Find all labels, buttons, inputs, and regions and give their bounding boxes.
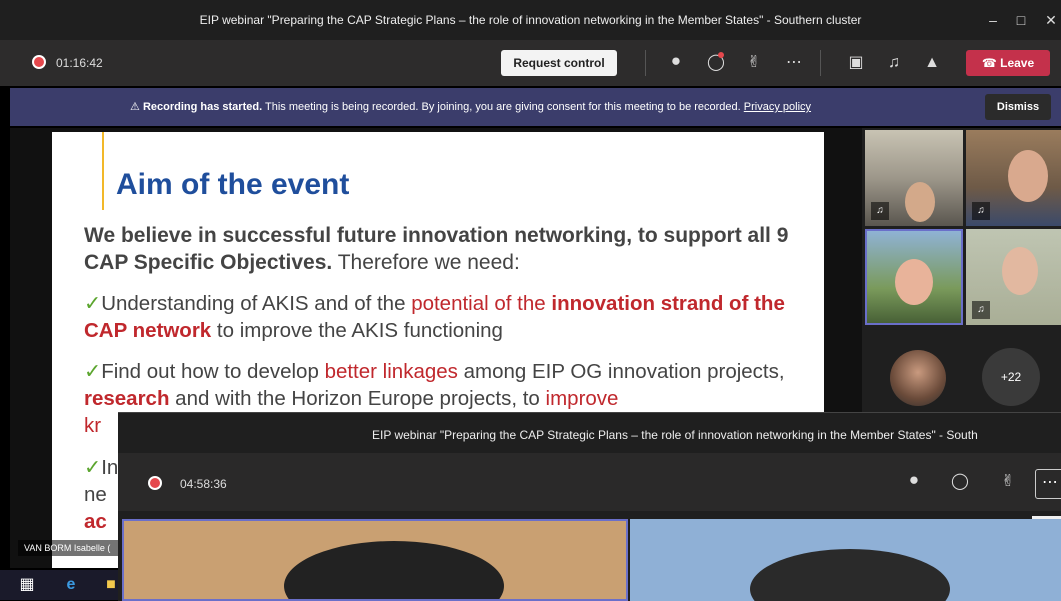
record-icon <box>148 476 162 490</box>
check-icon: ✓ <box>84 456 102 479</box>
os-taskbar: ▦ e ■ <box>0 570 120 600</box>
camera-off-icon[interactable]: ▣ <box>844 52 868 74</box>
slide-title: Aim of the event <box>116 168 350 201</box>
warning-icon: ⚠ <box>130 101 140 113</box>
mic-off-icon: ♫ <box>871 202 889 220</box>
people-icon[interactable]: ⚫︎ <box>664 52 688 74</box>
slide-intro: We believe in successful future innovati… <box>84 224 789 274</box>
share-icon[interactable]: ▲ <box>920 52 944 74</box>
reactions-icon[interactable]: ✌ <box>996 471 1020 493</box>
slide-bullet-1: ✓Understanding of AKIS and of the potent… <box>84 292 785 342</box>
chat-icon[interactable]: ◯ <box>704 52 728 74</box>
mic-off-icon[interactable]: ♫ <box>882 52 906 74</box>
record-icon <box>32 55 46 69</box>
reactions-icon[interactable]: ✌ <box>742 52 766 74</box>
participant-tile[interactable]: ♫ <box>966 130 1061 226</box>
privacy-policy-link[interactable]: Privacy policy <box>744 101 811 113</box>
dismiss-button[interactable]: Dismiss <box>985 94 1051 120</box>
meeting-toolbar: 01:16:42 Request control ⚫︎ ◯ ✌ ⋯ ▣ ♫ ▲ … <box>0 40 1061 86</box>
more-participants-button[interactable]: +22 <box>982 348 1040 406</box>
request-control-button[interactable]: Request control <box>501 50 617 76</box>
recording-message: ⚠ Recording has started. This meeting is… <box>130 100 811 113</box>
window-title: EIP webinar "Preparing the CAP Strategic… <box>199 13 862 27</box>
chat-icon[interactable]: ◯ <box>948 471 972 493</box>
leave-button[interactable]: ☎ Leave <box>966 50 1050 76</box>
mic-off-icon: ♫ <box>972 202 990 220</box>
window-title-bar: EIP webinar "Preparing the CAP Strategic… <box>0 0 1061 40</box>
mic-off-icon: ♫ <box>972 301 990 319</box>
front-meeting-window: EIP webinar "Preparing the CAP Strategic… <box>118 412 1061 601</box>
people-icon[interactable]: ⚫︎ <box>902 471 926 493</box>
front-meeting-timer: 04:58:36 <box>180 477 227 491</box>
close-icon[interactable]: ✕ <box>1040 9 1061 31</box>
leave-label: Leave <box>1000 56 1035 70</box>
speaker-name-label: VAN BORM Isabelle ( <box>18 540 124 556</box>
check-icon: ✓ <box>84 292 102 315</box>
meeting-timer: 01:16:42 <box>56 56 103 70</box>
more-actions-button[interactable]: ⋯ <box>1035 469 1061 499</box>
maximize-icon[interactable]: □ <box>1010 9 1032 31</box>
front-window-title-bar: EIP webinar "Preparing the CAP Strategic… <box>118 413 1061 453</box>
participant-tile-active[interactable] <box>865 229 963 325</box>
front-window-title: EIP webinar "Preparing the CAP Strategic… <box>372 428 978 442</box>
participant-avatar[interactable] <box>890 350 946 406</box>
recording-text: This meeting is being recorded. By joini… <box>265 101 741 113</box>
video-tile[interactable] <box>122 519 628 601</box>
recording-bold: Recording has started. <box>142 101 263 113</box>
check-icon: ✓ <box>84 360 102 383</box>
chat-notification-badge <box>718 52 724 58</box>
participant-tile[interactable]: ♫ <box>865 130 963 226</box>
phone-icon: ☎ <box>981 56 997 70</box>
edge-icon[interactable]: e <box>62 576 80 594</box>
front-meeting-toolbar: 04:58:36 ⚫︎ ◯ ✌ ⋯ <box>118 453 1061 511</box>
more-icon[interactable]: ⋯ <box>782 52 806 74</box>
participant-tile[interactable]: ♫ <box>966 229 1061 325</box>
slide-accent-bar <box>102 132 104 210</box>
recording-banner: ⚠ Recording has started. This meeting is… <box>10 88 1061 126</box>
video-tile[interactable] <box>630 519 1061 601</box>
minimize-icon[interactable]: – <box>982 9 1004 31</box>
windows-icon[interactable]: ▦ <box>18 576 36 594</box>
